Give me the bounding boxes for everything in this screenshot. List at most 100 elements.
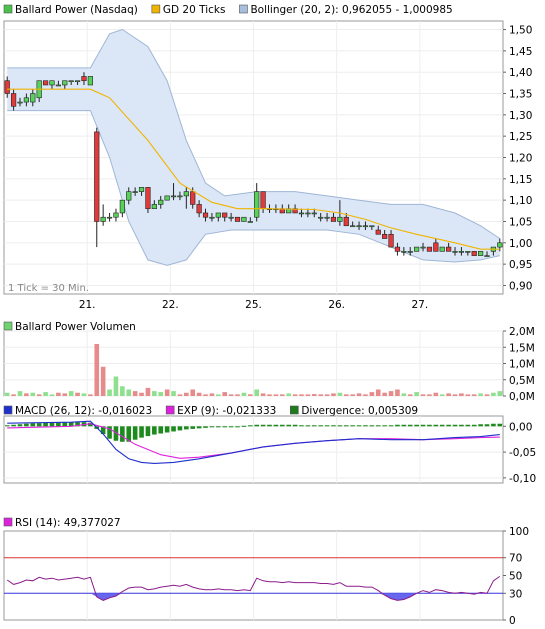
volume-bar — [491, 392, 496, 396]
y-tick-label: 1,45 — [509, 46, 532, 58]
volume-bar — [241, 392, 247, 396]
candle-body — [106, 216, 113, 219]
volume-bar — [209, 393, 215, 396]
volume-bar — [420, 394, 426, 396]
volume-bar — [299, 394, 304, 396]
candle-body — [497, 242, 503, 248]
legend-swatch — [3, 517, 13, 527]
volume-bar — [36, 394, 42, 396]
volume-bar — [94, 344, 100, 396]
divergence-bar — [30, 423, 36, 427]
divergence-bar — [247, 425, 253, 427]
volume-bar — [88, 394, 93, 396]
candle-body — [202, 212, 209, 218]
candle-body — [247, 221, 253, 223]
divergence-bar — [459, 424, 464, 427]
volume-bar — [56, 392, 61, 396]
volume-bar — [81, 393, 87, 396]
volume-bar — [158, 392, 164, 396]
candle-body — [17, 101, 23, 104]
divergence-bar — [120, 426, 125, 442]
candle-body — [401, 251, 407, 253]
divergence-bar — [4, 425, 10, 427]
candle-body — [311, 212, 317, 215]
candle-body — [330, 216, 337, 222]
volume-bar — [427, 394, 432, 396]
y-tick-label: 70 — [509, 553, 522, 565]
volume-bar — [497, 391, 503, 396]
divergence-bar — [427, 424, 432, 427]
divergence-bar — [491, 423, 496, 427]
candle-body — [215, 212, 221, 218]
candle-body — [158, 199, 164, 205]
volume-bar — [407, 394, 413, 396]
y-tick-label: 1,35 — [509, 89, 532, 101]
legend-swatch — [239, 4, 248, 14]
volume-bar — [126, 389, 132, 396]
volume-bar — [113, 376, 119, 396]
divergence-bar — [382, 425, 387, 427]
volume-bar — [132, 391, 138, 396]
y-tick-label: 1,40 — [509, 67, 532, 79]
divergence-bar — [222, 426, 228, 428]
divergence-bar — [305, 425, 311, 427]
divergence-bar — [164, 426, 170, 433]
volume-bar — [439, 394, 445, 396]
y-tick-label: 1,0M — [509, 359, 535, 371]
volume-bar — [311, 394, 317, 396]
legend-label: Ballard Power (Nasdaq) — [15, 4, 138, 16]
candle-body — [177, 195, 183, 198]
volume-bar — [433, 392, 439, 396]
divergence-bar — [420, 424, 426, 427]
volume-bar — [228, 394, 234, 396]
x-tick-label: 25. — [245, 299, 262, 311]
divergence-bar — [375, 425, 381, 427]
volume-bar — [318, 394, 323, 396]
divergence-bar — [478, 424, 483, 427]
candle-body — [478, 251, 484, 256]
candle-body — [209, 216, 215, 219]
y-tick-label: -0,10 — [509, 473, 536, 485]
divergence-bar — [484, 424, 490, 427]
y-tick-label: 1,10 — [509, 195, 532, 207]
candle-body — [407, 251, 413, 253]
candle-body — [471, 251, 477, 256]
volume-bar — [196, 392, 202, 396]
candle-body — [446, 246, 452, 252]
y-tick-label: -0,05 — [509, 447, 536, 459]
candle-body — [465, 251, 471, 253]
legend-swatch — [3, 4, 13, 14]
divergence-bar — [209, 426, 215, 428]
divergence-bar — [497, 423, 503, 427]
volume-bar — [222, 392, 228, 396]
candle-body — [138, 187, 145, 192]
volume-bar — [331, 393, 336, 396]
divergence-bar — [388, 425, 394, 427]
candle-body — [234, 216, 241, 222]
volume-bar — [446, 393, 451, 396]
divergence-bar — [439, 424, 445, 427]
volume-bar — [478, 393, 483, 396]
y-tick-label: 0,0M — [509, 391, 535, 403]
candle-body — [260, 191, 266, 209]
candle-body — [305, 212, 311, 215]
divergence-bar — [152, 426, 157, 435]
divergence-bar — [452, 424, 458, 427]
volume-bar — [107, 389, 112, 396]
candle-body — [151, 204, 157, 209]
candle-body — [350, 225, 356, 228]
divergence-bar — [446, 424, 451, 427]
divergence-bar — [433, 424, 439, 427]
candle-body — [87, 76, 93, 86]
candle-body — [81, 76, 87, 82]
divergence-bar — [318, 425, 323, 427]
volume-bar — [120, 386, 125, 396]
y-tick-label: 1,15 — [509, 174, 532, 186]
candle-body — [433, 242, 439, 252]
legend-label: EXP (9): -0,021333 — [177, 405, 276, 417]
volume-bar — [139, 392, 144, 396]
y-tick-label: 1,20 — [509, 153, 532, 165]
volume-bar — [75, 392, 80, 396]
legend-label: RSI (14): 49,377027 — [15, 517, 121, 529]
divergence-bar — [324, 425, 330, 427]
